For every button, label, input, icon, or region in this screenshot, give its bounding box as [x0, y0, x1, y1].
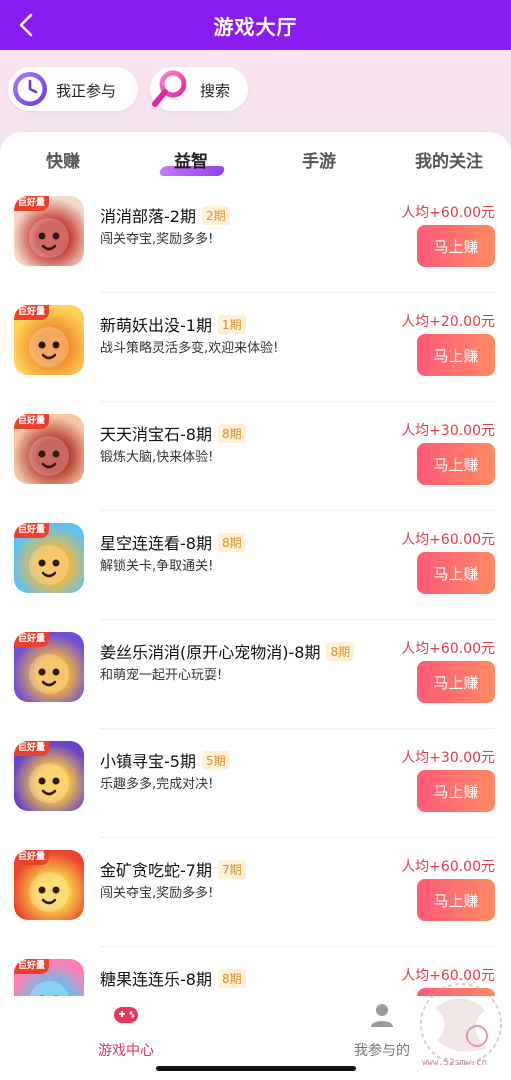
tab-mobile-games[interactable]: 手游 — [302, 147, 336, 172]
chevron-left-icon — [19, 13, 33, 37]
tab-puzzle[interactable]: 益智 — [174, 147, 208, 172]
game-phase-badge: 8期 — [217, 423, 246, 443]
nav-game-center[interactable]: 游戏中心 — [66, 996, 186, 1060]
game-icon[interactable]: 巨好量 — [14, 632, 84, 702]
game-title-text: 消消部落-2期 — [100, 207, 196, 226]
participating-button[interactable]: 我正参与 — [8, 67, 138, 111]
game-icon[interactable]: 巨好量 — [14, 850, 84, 920]
gamepad-icon — [114, 1007, 138, 1023]
earn-now-button[interactable]: 马上赚 — [417, 225, 495, 267]
game-title-text: 新萌妖出没-1期 — [100, 316, 212, 335]
game-title-text: 金矿贪吃蛇-7期 — [100, 861, 212, 880]
game-title-text: 姜丝乐消消(原开心宠物消)-8期 — [100, 643, 321, 662]
game-title-text: 小镇寻宝-5期 — [100, 752, 196, 771]
game-description: 和萌宠一起开心玩耍! — [100, 668, 223, 683]
game-tag-badge: 巨好量 — [14, 196, 50, 211]
game-title: 糖果连连乐-8期 8期 — [100, 966, 246, 990]
watermark-url: www.52smw.cn — [422, 1058, 488, 1068]
game-description: 锻炼大脑,快来体验! — [100, 450, 214, 465]
search-icon — [152, 70, 187, 107]
game-tag-badge: 巨好量 — [14, 959, 50, 974]
search-button[interactable]: 搜索 — [150, 67, 248, 111]
tab-my-follows[interactable]: 我的关注 — [415, 147, 483, 172]
game-tag-badge: 巨好量 — [14, 632, 50, 647]
back-button[interactable] — [12, 10, 42, 40]
game-row[interactable]: 巨好量 星空连连看-8期 8期 解锁关卡,争取通关! 人均+60.00元 马上赚 — [0, 511, 511, 620]
game-title: 金矿贪吃蛇-7期 7期 — [100, 857, 246, 881]
earn-now-button[interactable]: 马上赚 — [417, 879, 495, 921]
game-reward: 人均+30.00元 — [401, 423, 495, 439]
game-row[interactable]: 巨好量 天天消宝石-8期 8期 锻炼大脑,快来体验! 人均+30.00元 马上赚 — [0, 402, 511, 511]
game-phase-badge: 5期 — [201, 750, 230, 770]
earn-now-button[interactable]: 马上赚 — [417, 661, 495, 703]
participating-label: 我正参与 — [56, 82, 117, 100]
search-label: 搜索 — [200, 82, 231, 100]
game-phase-badge: 8期 — [217, 968, 246, 988]
game-phase-badge: 8期 — [326, 641, 355, 661]
game-title-text: 天天消宝石-8期 — [100, 425, 212, 444]
game-list-panel: 快赚 益智 手游 我的关注 巨好量 消消部落-2期 2期 闯关夺宝,奖励多多! 人均+6… — [0, 132, 511, 1000]
game-row[interactable]: 巨好量 消消部落-2期 2期 闯关夺宝,奖励多多! 人均+60.00元 马上赚 — [0, 184, 511, 293]
earn-now-button[interactable]: 马上赚 — [417, 552, 495, 594]
game-description: 乐趣多多,完成对决! — [100, 777, 214, 792]
earn-now-button[interactable]: 马上赚 — [417, 443, 495, 485]
game-phase-badge: 1期 — [217, 314, 246, 334]
game-icon[interactable]: 巨好量 — [14, 959, 84, 1000]
game-phase-badge: 8期 — [217, 532, 246, 552]
game-tag-badge: 巨好量 — [14, 850, 50, 865]
game-reward: 人均+60.00元 — [401, 532, 495, 548]
earn-now-button[interactable]: 马上赚 — [417, 770, 495, 812]
game-title: 消消部落-2期 2期 — [100, 203, 230, 227]
game-phase-badge: 2期 — [201, 205, 230, 225]
game-title-text: 糖果连连乐-8期 — [100, 970, 212, 989]
game-icon[interactable]: 巨好量 — [14, 414, 84, 484]
game-icon[interactable]: 巨好量 — [14, 741, 84, 811]
game-title: 新萌妖出没-1期 1期 — [100, 312, 246, 336]
game-description: 闯关夺宝,奖励多多! — [100, 886, 214, 901]
game-title: 小镇寻宝-5期 5期 — [100, 748, 230, 772]
game-description: 解锁关卡,争取通关! — [100, 559, 214, 574]
game-description: 闯关夺宝,奖励多多! — [100, 232, 214, 247]
game-icon[interactable]: 巨好量 — [14, 196, 84, 266]
game-title-text: 星空连连看-8期 — [100, 534, 212, 553]
game-reward: 人均+30.00元 — [401, 750, 495, 766]
game-icon[interactable]: 巨好量 — [14, 305, 84, 375]
game-phase-badge: 7期 — [217, 859, 246, 879]
game-reward: 人均+60.00元 — [401, 205, 495, 221]
game-reward: 人均+20.00元 — [401, 314, 495, 330]
game-row[interactable]: 巨好量 金矿贪吃蛇-7期 7期 闯关夺宝,奖励多多! 人均+60.00元 马上赚 — [0, 838, 511, 947]
game-icon[interactable]: 巨好量 — [14, 523, 84, 593]
game-description: 战斗策略灵活多变,欢迎来体验! — [100, 341, 279, 356]
game-tag-badge: 巨好量 — [14, 741, 50, 756]
game-title: 星空连连看-8期 8期 — [100, 530, 246, 554]
game-row[interactable]: 巨好量 姜丝乐消消(原开心宠物消)-8期 8期 和萌宠一起开心玩耍! 人均+60.00元… — [0, 620, 511, 729]
home-indicator — [156, 1066, 356, 1071]
watermark-seal — [420, 983, 502, 1065]
game-tag-badge: 巨好量 — [14, 523, 50, 538]
app-header: 游戏大厅 — [0, 0, 511, 50]
clock-icon — [13, 72, 47, 106]
game-title: 天天消宝石-8期 8期 — [100, 421, 246, 445]
tab-quick-earn[interactable]: 快赚 — [46, 147, 80, 172]
game-reward: 人均+60.00元 — [401, 641, 495, 657]
nav-game-center-label: 游戏中心 — [98, 1043, 154, 1059]
game-row[interactable]: 巨好量 新萌妖出没-1期 1期 战斗策略灵活多变,欢迎来体验! 人均+20.00元 马上赚 — [0, 293, 511, 402]
game-reward: 人均+60.00元 — [401, 859, 495, 875]
user-icon — [371, 1004, 393, 1027]
page-title: 游戏大厅 — [213, 14, 298, 39]
category-tabs: 快赚 益智 手游 我的关注 — [0, 132, 511, 184]
game-row[interactable]: 巨好量 小镇寻宝-5期 5期 乐趣多多,完成对决! 人均+30.00元 马上赚 — [0, 729, 511, 838]
game-title: 姜丝乐消消(原开心宠物消)-8期 8期 — [100, 639, 355, 663]
game-tag-badge: 巨好量 — [14, 305, 50, 320]
earn-now-button[interactable]: 马上赚 — [417, 334, 495, 376]
game-tag-badge: 巨好量 — [14, 414, 50, 429]
